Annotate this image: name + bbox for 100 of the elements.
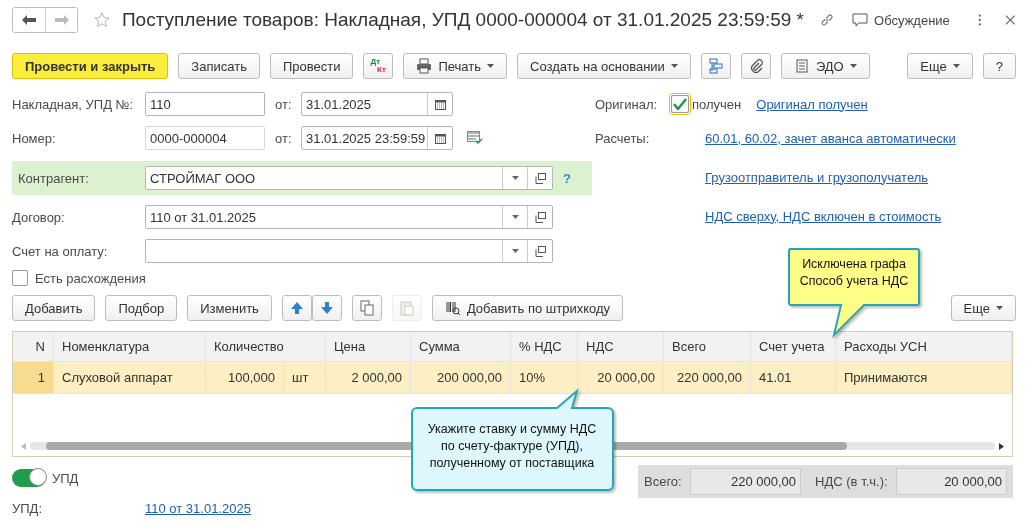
column-header[interactable]: Номенклатура: [54, 332, 206, 361]
field-label: Оригинал:: [595, 96, 659, 112]
column-header[interactable]: НДС: [578, 332, 664, 361]
close-icon[interactable]: [1005, 14, 1016, 26]
settlements-link[interactable]: 60.01, 60.02, зачет аванса автоматически: [705, 130, 956, 146]
counterparty-field[interactable]: СТРОЙМАГ ООО: [145, 166, 553, 190]
date-field[interactable]: 31.01.2025: [301, 92, 453, 116]
number-field[interactable]: 110: [145, 92, 265, 116]
barcode-icon: [444, 300, 461, 316]
debit-credit-button[interactable]: Дт Кт: [363, 53, 394, 79]
link-icon[interactable]: [819, 12, 835, 28]
field-label: УПД:: [12, 500, 44, 516]
toolbar-icon-button[interactable]: [311, 295, 342, 321]
toolbar-icon-button[interactable]: [740, 53, 771, 79]
toolbar-icon-button[interactable]: [700, 53, 731, 79]
post-and-close-button[interactable]: Провести и закрыть: [12, 53, 169, 79]
field-label: Расчеты:: [595, 130, 651, 146]
toolbar-button[interactable]: Добавить: [12, 295, 96, 321]
table-cell: 100,000: [206, 362, 284, 393]
date-field[interactable]: 31.01.2025 23:59:59: [301, 126, 453, 150]
dropdown-icon: [511, 176, 519, 180]
checkbox-label: Есть расхождения: [35, 270, 146, 286]
checkbox-label: получен: [692, 96, 742, 112]
arrow-left-icon: [22, 15, 36, 25]
toolbar-button[interactable]: Изменить: [187, 295, 272, 321]
toolbar-button[interactable]: Подбор: [105, 295, 178, 321]
field-label: Контрагент:: [17, 170, 90, 186]
upd-link[interactable]: 110 от 31.01.2025: [145, 500, 251, 516]
more-icon[interactable]: [977, 13, 982, 27]
table-cell: 2 000,00: [326, 362, 411, 393]
field-label: от:: [274, 130, 293, 146]
arrow-right-icon: [54, 15, 69, 25]
open-icon: [534, 172, 546, 184]
open-icon: [534, 211, 546, 223]
paste-icon: [398, 300, 415, 316]
toolbar-icon-button[interactable]: [281, 295, 312, 321]
table-cell: Слуховой аппарат: [54, 362, 206, 393]
settings-link[interactable]: Грузоотправитель и грузополучатель: [705, 169, 929, 185]
menu-button[interactable]: Создать на основании: [517, 53, 691, 79]
toolbar-button[interactable]: Записать: [178, 53, 260, 79]
arrow-down-icon: [318, 300, 335, 316]
callout-text: Исключена графа Способ учета НДС: [798, 256, 910, 290]
column-header[interactable]: N: [13, 332, 54, 361]
column-header[interactable]: Количество: [206, 332, 326, 361]
total-value: 220 000,00: [689, 468, 802, 495]
table-cell: Принимаются: [836, 362, 1012, 393]
field-label: Договор:: [12, 209, 66, 225]
number-field[interactable]: 0000-000004: [145, 126, 265, 150]
scroll-right-icon[interactable]: [999, 442, 1004, 450]
open-icon: [534, 245, 546, 257]
document-exchange-icon: [793, 58, 810, 74]
table-cell: 1: [13, 362, 54, 393]
callout-text: Укажите ставку и сумму НДС по счету-фактуре (УПД), полученному от поставщика: [426, 421, 598, 472]
dropdown-icon: [511, 215, 519, 219]
structure-icon: [707, 58, 724, 74]
calendar-icon: [434, 98, 446, 110]
chat-icon: [852, 13, 869, 27]
total-label: НДС (в т.ч.):: [815, 474, 888, 489]
copy-icon: [358, 300, 375, 316]
arrow-up-icon: [288, 300, 305, 316]
caret-icon: [849, 64, 857, 68]
calendar-icon: [434, 132, 446, 144]
table-cell: 220 000,00: [664, 362, 751, 393]
menu-button[interactable]: ЭДО: [780, 53, 870, 79]
field-label: Номер:: [12, 130, 57, 146]
star-icon[interactable]: [94, 11, 110, 29]
toolbar-button[interactable]: Провести: [269, 53, 354, 79]
more-button[interactable]: Еще: [950, 295, 1016, 321]
add-by-barcode-button[interactable]: Добавить по штрихкоду: [431, 295, 624, 321]
settings-link[interactable]: НДС сверху, НДС включен в стоимость: [705, 208, 942, 224]
column-header[interactable]: Цена: [326, 332, 411, 361]
column-header[interactable]: Сумма: [411, 332, 511, 361]
caret-icon: [996, 306, 1003, 310]
column-header[interactable]: % НДС: [511, 332, 578, 361]
field-label: Счет на оплату:: [12, 243, 109, 259]
toggle-label: УПД: [52, 470, 79, 486]
contract-field[interactable]: 110 от 31.01.2025: [145, 205, 553, 229]
original-checkbox[interactable]: [671, 95, 689, 113]
column-header[interactable]: Всего: [664, 332, 751, 361]
toolbar-button[interactable]: ?: [982, 53, 1016, 79]
upd-toggle[interactable]: [12, 469, 46, 487]
printer-icon: [416, 58, 433, 74]
original-link[interactable]: Оригинал получен: [756, 96, 868, 112]
payment-invoice-field[interactable]: [145, 239, 553, 263]
table-row[interactable]: 1 Слуховой аппарат 100,000 шт 2 000,00 200 000,00 10% 20 000,00 220 000,00 41.01 Принимаются: [13, 362, 1012, 394]
discussion-link[interactable]: Обсуждение: [852, 12, 950, 28]
caret-icon: [487, 64, 494, 68]
total-label: Всего:: [644, 474, 682, 489]
field-label: Накладная, УПД №:: [12, 96, 135, 112]
document-check-icon[interactable]: [467, 131, 483, 145]
field-label: от:: [274, 96, 293, 112]
menu-button[interactable]: Печать: [403, 53, 507, 79]
unit-cell: шт: [284, 362, 326, 393]
caret-icon: [952, 64, 960, 68]
dropdown-icon: [511, 249, 519, 253]
caret-icon: [670, 64, 678, 68]
window-title: Поступление товаров: Накладная, УПД 0000-000004 от 31.01.2025 23:59:59 *: [121, 9, 804, 31]
scroll-left-icon[interactable]: [21, 442, 26, 450]
menu-button[interactable]: Еще: [907, 53, 973, 79]
discrepancies-checkbox[interactable]: [12, 270, 28, 286]
